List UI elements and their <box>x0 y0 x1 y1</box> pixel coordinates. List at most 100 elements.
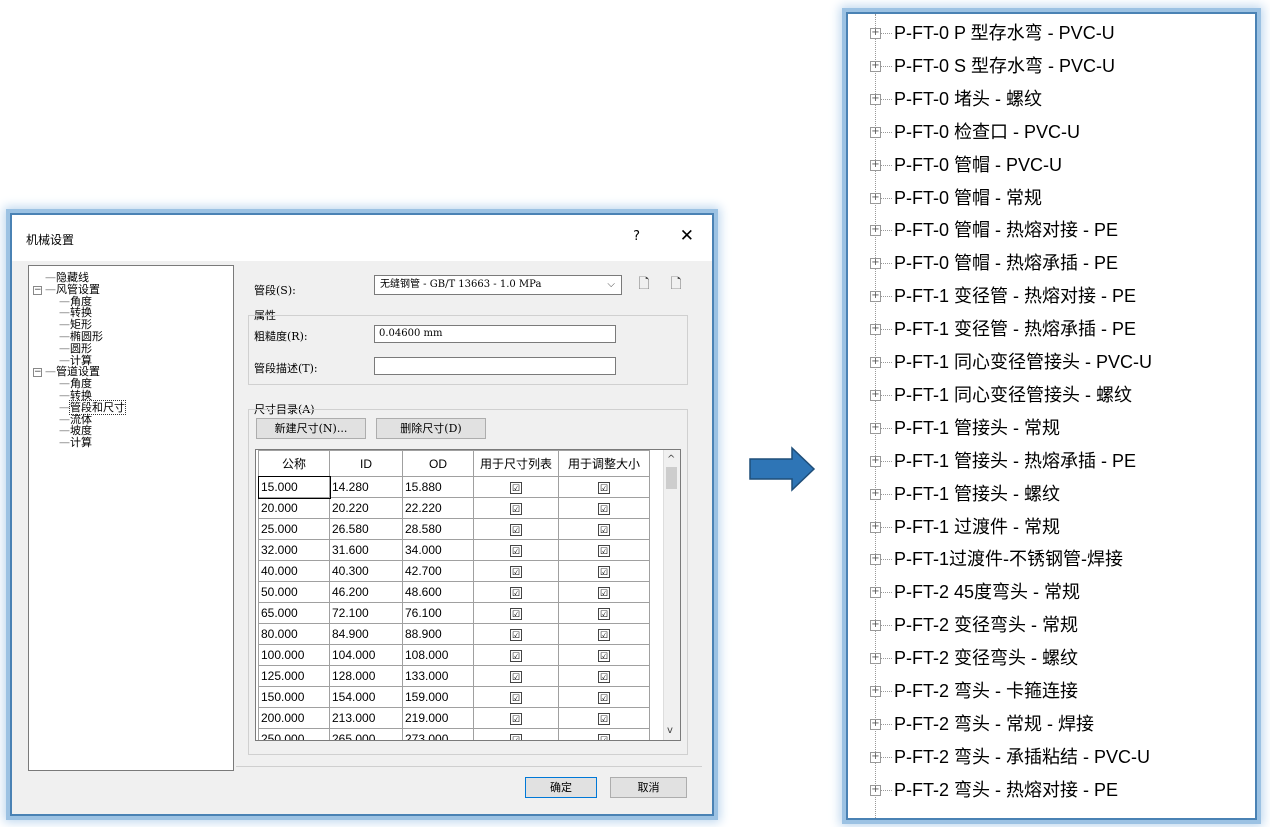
checkbox[interactable]: ☑ <box>598 692 610 704</box>
family-list-item[interactable]: P-FT-2 45度弯头 - 常规 <box>894 580 1080 604</box>
table-cell[interactable]: 128.000 <box>329 665 403 687</box>
family-list-item[interactable]: P-FT-0 P 型存水弯 - PVC-U <box>894 21 1115 45</box>
table-row[interactable]: 80.000 84.900 88.900 ☑ ☑ <box>258 623 650 645</box>
scrollbar-thumb[interactable] <box>666 467 677 489</box>
checkbox[interactable]: ☑ <box>598 713 610 725</box>
table-cell[interactable]: 76.100 <box>402 602 474 624</box>
table-cell[interactable]: 150.000 <box>258 686 330 708</box>
checkbox-cell[interactable]: ☑ <box>473 581 559 603</box>
column-header[interactable]: 用于调整大小 <box>558 450 650 477</box>
checkbox[interactable]: ☑ <box>598 566 610 578</box>
expand-icon[interactable]: + <box>870 60 881 72</box>
table-cell[interactable]: 48.600 <box>402 581 474 603</box>
checkbox-cell[interactable]: ☑ <box>473 476 559 498</box>
checkbox-cell[interactable]: ☑ <box>473 539 559 561</box>
checkbox-cell[interactable]: ☑ <box>558 707 650 729</box>
expand-icon[interactable]: + <box>870 587 881 599</box>
family-list-item[interactable]: P-FT-1 管接头 - 热熔承插 - PE <box>894 449 1136 473</box>
checkbox[interactable]: ☑ <box>598 734 610 740</box>
checkbox-cell[interactable]: ☑ <box>558 560 650 582</box>
expand-icon[interactable]: + <box>870 620 881 632</box>
family-list-item[interactable]: P-FT-0 管帽 - PVC-U <box>894 153 1062 177</box>
checkbox-cell[interactable]: ☑ <box>473 497 559 519</box>
table-cell[interactable]: 125.000 <box>258 665 330 687</box>
checkbox[interactable]: ☑ <box>598 608 610 620</box>
checkbox[interactable]: ☑ <box>510 608 522 620</box>
roughness-input[interactable]: 0.04600 mm <box>374 325 616 343</box>
checkbox-cell[interactable]: ☑ <box>473 686 559 708</box>
expand-icon[interactable]: + <box>870 357 881 368</box>
checkbox[interactable]: ☑ <box>598 482 610 494</box>
table-cell[interactable]: 26.580 <box>329 518 403 540</box>
family-list-item[interactable]: P-FT-0 管帽 - 热熔对接 - PE <box>894 218 1118 242</box>
table-row[interactable]: 125.000 128.000 133.000 ☑ ☑ <box>258 665 650 687</box>
tree-item[interactable]: —计算 <box>59 437 92 449</box>
table-scrollbar[interactable]: ^ v <box>663 450 680 740</box>
table-cell[interactable]: 88.900 <box>402 623 474 645</box>
checkbox-cell[interactable]: ☑ <box>558 686 650 708</box>
table-cell[interactable]: 108.000 <box>402 644 474 666</box>
table-row[interactable]: 200.000 213.000 219.000 ☑ ☑ <box>258 707 650 729</box>
family-list-item[interactable]: P-FT-1 变径管 - 热熔承插 - PE <box>894 317 1136 341</box>
table-row[interactable]: 25.000 26.580 28.580 ☑ ☑ <box>258 518 650 540</box>
checkbox-cell[interactable]: ☑ <box>473 623 559 645</box>
ok-button[interactable]: 确定 <box>525 777 597 798</box>
family-list-item[interactable]: P-FT-1 管接头 - 常规 <box>894 416 1060 440</box>
checkbox-cell[interactable]: ☑ <box>558 728 650 740</box>
checkbox[interactable]: ☑ <box>510 734 522 740</box>
expand-icon[interactable]: + <box>870 291 881 303</box>
description-input[interactable] <box>374 357 616 375</box>
checkbox[interactable]: ☑ <box>510 482 522 494</box>
new-segment-icon[interactable]: 🗋 <box>635 275 653 293</box>
table-cell[interactable]: 65.000 <box>258 602 330 624</box>
table-cell[interactable]: 84.900 <box>329 623 403 645</box>
checkbox-cell[interactable]: ☑ <box>473 665 559 687</box>
checkbox-cell[interactable]: ☑ <box>473 518 559 540</box>
family-list-item[interactable]: P-FT-2 弯头 - 常规 - 焊接 <box>894 712 1094 736</box>
family-list-item[interactable]: P-FT-1 管接头 - 螺纹 <box>894 482 1060 506</box>
expand-icon[interactable]: + <box>870 324 881 336</box>
table-row[interactable]: 65.000 72.100 76.100 ☑ ☑ <box>258 602 650 624</box>
table-cell[interactable]: 25.000 <box>258 518 330 540</box>
table-cell[interactable]: 31.600 <box>329 539 403 561</box>
expand-icon[interactable]: + <box>870 784 881 796</box>
table-cell[interactable]: 34.000 <box>402 539 474 561</box>
expand-icon[interactable]: + <box>870 521 881 533</box>
cancel-button[interactable]: 取消 <box>610 777 687 798</box>
checkbox-cell[interactable]: ☑ <box>473 560 559 582</box>
table-cell[interactable]: 100.000 <box>258 644 330 666</box>
column-header[interactable]: OD <box>402 450 474 477</box>
family-list-item[interactable]: P-FT-0 管帽 - 热熔承插 - PE <box>894 251 1118 275</box>
table-cell[interactable]: 219.000 <box>402 707 474 729</box>
new-size-button[interactable]: 新建尺寸(N)... <box>256 418 366 439</box>
expand-icon[interactable]: + <box>870 159 881 171</box>
scroll-down-icon[interactable]: v <box>667 725 673 736</box>
table-row[interactable]: 50.000 46.200 48.600 ☑ ☑ <box>258 581 650 603</box>
checkbox[interactable]: ☑ <box>510 650 522 662</box>
settings-tree[interactable]: —隐藏线 − —风管设置 —角度 —转换 —矩形 —椭圆形 —圆形 —计算 − —管道设置 —角度 —转… <box>28 265 234 771</box>
expand-icon[interactable]: + <box>870 422 881 434</box>
checkbox-cell[interactable]: ☑ <box>558 623 650 645</box>
expand-icon[interactable]: + <box>870 455 881 467</box>
family-list-item[interactable]: P-FT-1 过渡件 - 常规 <box>894 515 1060 539</box>
checkbox-cell[interactable]: ☑ <box>558 518 650 540</box>
expand-icon[interactable]: + <box>870 653 881 665</box>
family-list-item[interactable]: P-FT-2 弯头 - 承插粘结 - PVC-U <box>894 745 1150 769</box>
expand-icon[interactable]: + <box>870 126 881 138</box>
checkbox-cell[interactable]: ☑ <box>558 476 650 498</box>
checkbox[interactable]: ☑ <box>510 503 522 515</box>
expand-icon[interactable]: + <box>870 751 881 763</box>
segment-select[interactable]: 无缝钢管 - GB/T 13663 - 1.0 MPa ⌵ <box>374 275 622 295</box>
checkbox[interactable]: ☑ <box>510 545 522 557</box>
table-cell[interactable]: 50.000 <box>258 581 330 603</box>
checkbox[interactable]: ☑ <box>598 545 610 557</box>
checkbox-cell[interactable]: ☑ <box>558 581 650 603</box>
table-cell[interactable]: 15.000 <box>257 475 331 499</box>
checkbox-cell[interactable]: ☑ <box>558 497 650 519</box>
table-row[interactable]: 150.000 154.000 159.000 ☑ ☑ <box>258 686 650 708</box>
expand-icon[interactable]: + <box>870 225 881 237</box>
table-cell[interactable]: 133.000 <box>402 665 474 687</box>
scroll-up-icon[interactable]: ^ <box>667 454 675 465</box>
table-cell[interactable]: 42.700 <box>402 560 474 582</box>
family-list-item[interactable]: P-FT-0 检查口 - PVC-U <box>894 120 1080 144</box>
